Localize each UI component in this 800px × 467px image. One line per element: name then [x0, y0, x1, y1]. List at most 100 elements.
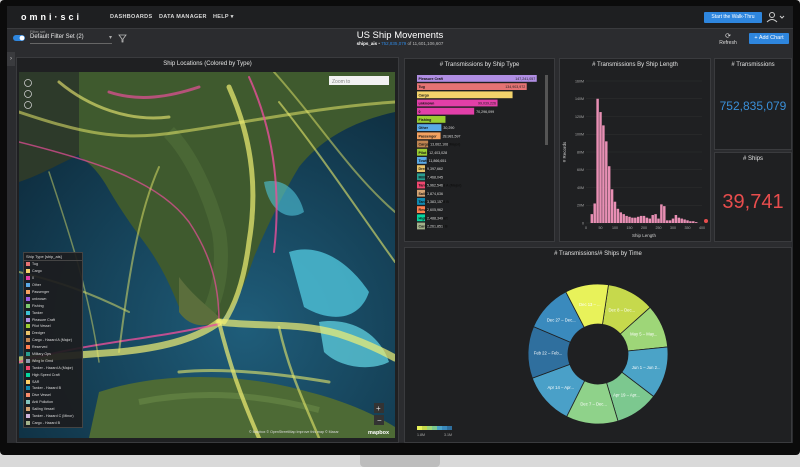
- ship-type-title: # Transmissions by Ship Type: [439, 62, 520, 68]
- legend-swatch: [26, 365, 30, 370]
- histogram-bar[interactable]: [657, 218, 660, 223]
- histogram-bar[interactable]: [651, 215, 654, 223]
- histogram-bar[interactable]: [694, 222, 698, 223]
- map-title: Ship Locations (Colored by Type): [163, 61, 252, 67]
- histogram-bar[interactable]: [654, 214, 657, 223]
- nav-dashboards[interactable]: DASHBOARDS: [110, 14, 152, 20]
- ship-length-chart[interactable]: 0 20M 40M 60M 80M 100M 120M 140M 160M 0 50 100 150 20…: [560, 73, 710, 241]
- refresh-button[interactable]: ⟳ Refresh: [716, 32, 740, 46]
- histogram-bar[interactable]: [636, 216, 640, 223]
- legend-item[interactable]: High Speed Craft: [24, 371, 82, 378]
- histogram-bar[interactable]: [689, 221, 692, 223]
- bar-category-label: Tug: [419, 85, 425, 89]
- histogram-bar[interactable]: [625, 215, 628, 223]
- histogram-bar[interactable]: [619, 212, 623, 223]
- nav-data-manager[interactable]: DATA MANAGER: [159, 14, 207, 20]
- bar-category-label: unknown: [419, 102, 435, 106]
- histogram-bar[interactable]: [593, 203, 596, 223]
- histogram-bar[interactable]: [660, 204, 663, 223]
- legend-swatch: [26, 420, 30, 425]
- y-axis-label: # Records: [562, 141, 567, 162]
- histogram-bar[interactable]: [599, 112, 602, 223]
- kpi-ships-value: 39,741: [722, 191, 784, 213]
- legend-item[interactable]: Fishing: [24, 302, 82, 309]
- legend-swatch: [26, 296, 30, 301]
- histogram-bar[interactable]: [602, 125, 605, 223]
- bar[interactable]: [417, 107, 475, 115]
- app-logo: omni·sci: [21, 12, 83, 22]
- histogram-bar[interactable]: [613, 201, 617, 223]
- legend-item[interactable]: Dive Vessel: [24, 392, 82, 399]
- histogram-bar[interactable]: [639, 215, 643, 223]
- legend-item[interactable]: Pleasure Craft: [24, 316, 82, 323]
- histogram-bar[interactable]: [642, 215, 646, 223]
- legend-item[interactable]: Pilot Vessel: [24, 323, 82, 330]
- legend-item[interactable]: Cargo - Hazard B: [24, 419, 82, 426]
- histogram-bar[interactable]: [668, 220, 672, 223]
- histogram-bar[interactable]: [677, 217, 681, 223]
- bar[interactable]: [417, 91, 513, 99]
- bar-value-label: 12,403,028: [429, 151, 447, 155]
- histogram-bar[interactable]: [645, 217, 649, 223]
- histogram-bar[interactable]: [680, 218, 683, 223]
- histogram-bar[interactable]: [610, 189, 614, 223]
- legend-item[interactable]: SAR: [24, 378, 82, 385]
- refresh-label: Refresh: [719, 40, 737, 46]
- legend-item[interactable]: Tanker - Hazard B: [24, 385, 82, 392]
- legend-item[interactable]: Passenger: [24, 289, 82, 296]
- histogram-bar[interactable]: [616, 208, 620, 223]
- sidebar-expand-icon[interactable]: ›: [7, 52, 15, 66]
- legend-item[interactable]: Sailing Vessel: [24, 406, 82, 413]
- legend-item[interactable]: Tanker - Hazard A (Major): [24, 364, 82, 371]
- histogram-bar[interactable]: [665, 220, 669, 223]
- histogram-bar[interactable]: [607, 166, 611, 223]
- legend-item[interactable]: Tug: [24, 261, 82, 268]
- legend-swatch: [26, 276, 30, 281]
- histogram-bar[interactable]: [628, 216, 631, 223]
- y-tick-label: 100M: [575, 133, 584, 137]
- walkthrough-button[interactable]: Start the Walk-Thru: [704, 12, 762, 23]
- legend-swatch: [437, 426, 442, 430]
- histogram-bar[interactable]: [631, 217, 634, 223]
- legend-item[interactable]: Military Ops: [24, 351, 82, 358]
- top-nav: omni·sci DASHBOARDS DATA MANAGER HELP ▾ …: [7, 6, 793, 29]
- legend-item[interactable]: Other: [24, 282, 82, 289]
- legend-item[interactable]: unknown: [24, 295, 82, 302]
- histogram-bar[interactable]: [671, 218, 675, 223]
- scrollbar[interactable]: [545, 75, 548, 145]
- legend-item[interactable]: Wing In Grnd: [24, 357, 82, 364]
- histogram-bar[interactable]: [692, 221, 695, 223]
- svg-text:−: −: [377, 416, 382, 425]
- histogram-bar[interactable]: [686, 220, 689, 223]
- bar-category-label: Cargo: [419, 93, 430, 97]
- histogram-bar[interactable]: [590, 214, 594, 223]
- legend-swatch: [26, 303, 30, 308]
- svg-text:+: +: [376, 404, 381, 413]
- dashboard-title: US Ship Movements: [356, 30, 444, 41]
- histogram-bar[interactable]: [663, 206, 666, 223]
- legend-item[interactable]: Cargo: [24, 268, 82, 275]
- histogram-bar[interactable]: [648, 218, 652, 223]
- legend-item[interactable]: 0: [24, 275, 82, 282]
- legend-swatch: [26, 290, 30, 294]
- legend-item[interactable]: Tanker: [24, 309, 82, 316]
- kpi-ships-title: # Ships: [742, 156, 763, 162]
- ship-type-chart[interactable]: Pleasure Craft 147,241,057 Tug 134,903,972 C…: [405, 73, 554, 239]
- table-name: ships_ais: [356, 41, 378, 46]
- histogram-bar[interactable]: [596, 98, 599, 223]
- time-donut-chart[interactable]: Dec 8 – Dec... May 5 – May... Jun 1 – Jun …: [405, 248, 791, 442]
- histogram-bar[interactable]: [622, 214, 625, 223]
- histogram-bar[interactable]: [605, 141, 608, 223]
- legend-item[interactable]: Cargo - Hazard A (Major): [24, 337, 82, 344]
- nav-help[interactable]: HELP ▾: [213, 14, 234, 20]
- legend-item[interactable]: Dredger: [24, 330, 82, 337]
- legend-item[interactable]: Tanker - Hazard C (Minor): [24, 413, 82, 420]
- add-chart-button[interactable]: + Add Chart: [749, 33, 789, 44]
- legend-item[interactable]: Reserved: [24, 344, 82, 351]
- legend-item[interactable]: Anti Pollution: [24, 399, 82, 406]
- histogram-bar[interactable]: [634, 217, 637, 223]
- range-handle[interactable]: [704, 219, 708, 223]
- histogram-bar[interactable]: [683, 219, 686, 223]
- histogram-bar[interactable]: [674, 215, 678, 223]
- user-icon[interactable]: [765, 11, 787, 23]
